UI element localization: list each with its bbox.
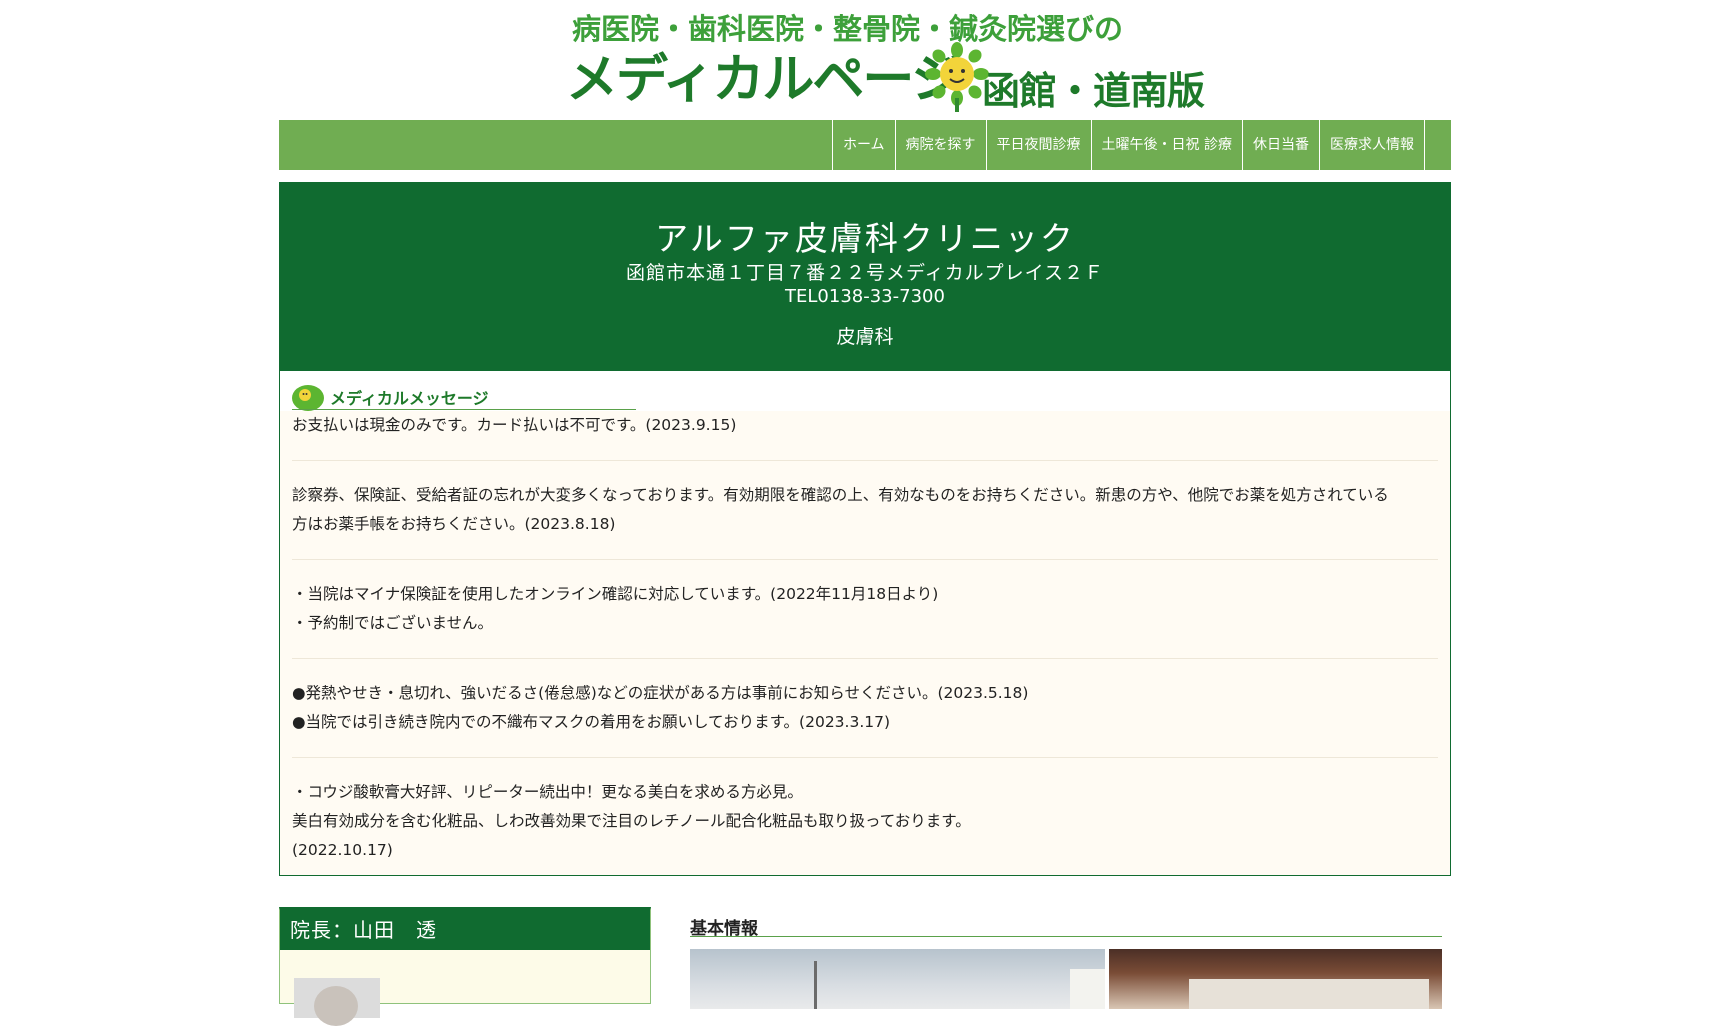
director-face-image [314, 986, 358, 1026]
nav-weekday-night[interactable]: 平日夜間診療 [987, 120, 1092, 170]
message-line: 美白有効成分を含む化粧品、しわ改善効果で注目のレチノール配合化粧品も取り扱ってお… [292, 812, 971, 830]
clinic-interior-photo [1109, 949, 1442, 1009]
message-item: お支払いは現金のみです。カード払いは不可です。(2023.9.15) [292, 411, 1438, 461]
director-photo [294, 978, 380, 1026]
nav-weekend-holiday[interactable]: 土曜午後・日祝 診療 [1092, 120, 1243, 170]
logo-tagline: 病医院・歯科医院・整骨院・鍼灸院選びの [572, 12, 1124, 46]
message-line: ●発熱やせき・息切れ、強いだるさ(倦怠感)などの症状がある方は事前にお知らせくだ… [292, 684, 1029, 702]
message-line: ・コウジ酸軟膏大好評、リピーター続出中！更なる美白を求める方必見。 [292, 783, 803, 801]
message-line: ・当院はマイナ保険証を使用したオンライン確認に対応しています。(2022年11月… [292, 585, 939, 603]
sunflower-icon [292, 385, 324, 411]
site-logo[interactable]: 病医院・歯科医院・整骨院・鍼灸院選びの メディカルページ 函館・道南版 [566, 6, 1205, 113]
message-line: 診察券、保険証、受給者証の忘れが大変多くなっております。有効期限を確認の上、有効… [292, 486, 1389, 504]
message-list: お支払いは現金のみです。カード払いは不可です。(2023.9.15) 診察券、保… [292, 411, 1438, 885]
message-item: ・コウジ酸軟膏大好評、リピーター続出中！更なる美白を求める方必見。 美白有効成分… [292, 778, 1438, 885]
clinic-exterior-photo [690, 949, 1105, 1009]
message-line: ・予約制ではございません。 [292, 614, 494, 632]
nav-holiday-duty[interactable]: 休日当番 [1243, 120, 1320, 170]
message-header: メディカルメッセージ [280, 371, 1450, 411]
basic-info-underline [690, 936, 1442, 937]
nav-find-hospital[interactable]: 病院を探す [896, 120, 987, 170]
message-title: メディカルメッセージ [330, 389, 489, 408]
clinic-banner: アルファ皮膚科クリニック 函館市本通１丁目７番２２号メディカルプレイス２Ｆ TE… [279, 182, 1451, 371]
photo-pole [814, 961, 817, 1009]
message-line: (2022.10.17) [292, 841, 393, 859]
main-nav: ホーム 病院を探す 平日夜間診療 土曜午後・日祝 診療 休日当番 医療求人情報 [279, 120, 1451, 170]
director-label: 院長：山田 透 [280, 910, 650, 950]
clinic-name: アルファ皮膚科クリニック [655, 219, 1075, 258]
clinic-department: 皮膚科 [836, 326, 894, 348]
message-item: ●発熱やせき・息切れ、強いだるさ(倦怠感)などの症状がある方は事前にお知らせくだ… [292, 679, 1438, 758]
message-item: ・当院はマイナ保険証を使用したオンライン確認に対応しています。(2022年11月… [292, 580, 1438, 659]
nav-home[interactable]: ホーム [833, 120, 896, 170]
site-header: 病医院・歯科医院・整骨院・鍼灸院選びの メディカルページ 函館・道南版 [0, 0, 1728, 120]
message-line: ●当院では引き続き院内での不織布マスクの着用をお願いしております。(2023.3… [292, 713, 891, 731]
clinic-tel[interactable]: TEL0138-33-7300 [279, 286, 1451, 307]
photo-sign [1070, 969, 1105, 1009]
photo-ceiling-light [1189, 979, 1429, 1009]
logo-main-text: メディカルページ [566, 50, 963, 110]
clinic-address: 函館市本通１丁目７番２２号メディカルプレイス２Ｆ [625, 262, 1105, 284]
nav-list: ホーム 病院を探す 平日夜間診療 土曜午後・日祝 診療 休日当番 医療求人情報 [831, 120, 1425, 170]
message-item: 診察券、保険証、受給者証の忘れが大変多くなっております。有効期限を確認の上、有効… [292, 481, 1438, 560]
logo-edition-text: 函館・道南版 [982, 69, 1205, 113]
message-line: 方はお薬手帳をお持ちください。(2023.8.18) [292, 515, 616, 533]
message-title-underline [292, 409, 636, 410]
basic-info-section: 基本情報 [690, 910, 1442, 1009]
nav-medical-jobs[interactable]: 医療求人情報 [1320, 120, 1425, 170]
message-line: お支払いは現金のみです。カード払いは不可です。(2023.9.15) [292, 416, 737, 434]
medical-message-box: メディカルメッセージ お支払いは現金のみです。カード払いは不可です。(2023.… [279, 371, 1451, 876]
director-box: 院長：山田 透 [279, 907, 651, 1026]
